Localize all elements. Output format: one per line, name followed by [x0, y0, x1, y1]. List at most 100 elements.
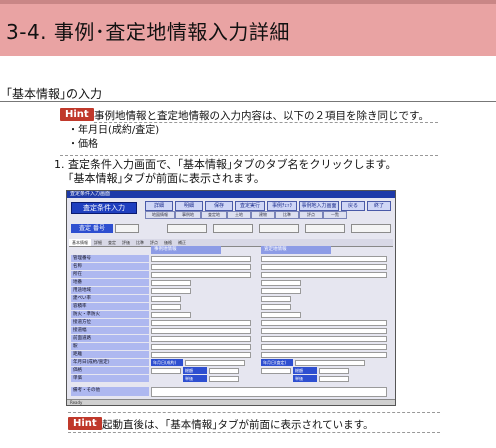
form-row-label: 所在	[71, 271, 149, 279]
form-field[interactable]	[261, 280, 301, 286]
form-field[interactable]	[261, 344, 387, 350]
page-title: 3-4. 事例･査定地情報入力詳細	[6, 20, 290, 44]
form-field[interactable]	[261, 256, 387, 262]
form-field[interactable]	[151, 368, 181, 374]
form-row-label: 接道方位	[71, 319, 149, 327]
step-number: 1.	[54, 158, 65, 171]
remarks-field[interactable]	[151, 387, 387, 397]
app-header-label: 査定 番号	[71, 224, 113, 233]
form-field[interactable]	[261, 352, 387, 358]
date-field[interactable]	[185, 360, 245, 366]
date-field[interactable]	[295, 360, 365, 366]
app-header-field[interactable]	[167, 224, 207, 233]
form-field[interactable]	[151, 264, 251, 270]
app-subbutton[interactable]: 一覧	[323, 211, 347, 219]
form-row-label: 名称	[71, 263, 149, 271]
form-field[interactable]	[261, 288, 301, 294]
hint-bottom-rule	[60, 155, 438, 156]
app-button-back[interactable]: 戻る	[341, 201, 365, 211]
form-field[interactable]	[261, 336, 387, 342]
app-title-bar: 査定条件入力画面	[67, 191, 395, 198]
form-field[interactable]	[151, 272, 251, 278]
app-subbutton[interactable]: 査定地	[201, 211, 227, 219]
date-field-label-right: 年月日(査定)	[261, 359, 293, 366]
form-field[interactable]	[151, 296, 181, 302]
form-field[interactable]	[151, 352, 251, 358]
form-field[interactable]	[261, 264, 387, 270]
app-header-field[interactable]	[305, 224, 345, 233]
form-field[interactable]	[319, 368, 349, 374]
app-header-field[interactable]	[115, 224, 139, 233]
form-field[interactable]	[151, 344, 251, 350]
hint-text: 事例地情報と査定地情報の入力内容は、以下の２項目を除き同じです。	[94, 110, 429, 122]
step-instruction: 1. 査定条件入力画面で、｢基本情報｣タブのタブ名をクリックします。 ｢基本情報…	[54, 158, 396, 186]
form-field[interactable]	[261, 296, 291, 302]
app-subbutton[interactable]: 建物	[251, 211, 275, 219]
form-row-label: 単価	[71, 375, 149, 383]
step-text: 査定条件入力画面で、｢基本情報｣タブのタブ名をクリックします。	[68, 158, 397, 171]
right-column-title: 査定地情報	[261, 246, 331, 254]
app-button-exit[interactable]: 終了	[367, 201, 391, 211]
form-field[interactable]	[209, 376, 239, 382]
form-field[interactable]	[151, 280, 191, 286]
app-button-save[interactable]: 保存	[205, 201, 233, 211]
app-button-detail[interactable]: 詳細	[145, 201, 173, 211]
hint-badge: Hint	[68, 417, 102, 430]
tab-basic-info[interactable]: 基本情報	[69, 239, 91, 246]
app-subbutton[interactable]: 評点	[299, 211, 323, 219]
form-field[interactable]	[261, 304, 291, 310]
form-row-label: 前面道路	[71, 335, 149, 343]
form-row-label: 接道幅	[71, 327, 149, 335]
form-field[interactable]	[151, 304, 181, 310]
form-field[interactable]	[151, 336, 251, 342]
form-field[interactable]	[151, 288, 191, 294]
app-button-check[interactable]: 事例ﾁｪｯｸ	[267, 201, 297, 211]
app-screenshot: 査定条件入力画面 査定条件入力 詳細 明細 保存 査定実行 事例ﾁｪｯｸ 事例地…	[66, 190, 396, 406]
app-header-field[interactable]	[351, 224, 391, 233]
app-button-run[interactable]: 査定実行	[235, 201, 265, 211]
left-column-title: 事例地情報	[151, 246, 221, 254]
app-status-bar: Ready	[67, 399, 395, 405]
form-row-label: 建ぺい率	[71, 295, 149, 303]
app-subbutton[interactable]: 比準	[275, 211, 299, 219]
hint-bottom-rule	[68, 432, 440, 433]
price-label-total: 総額	[293, 367, 317, 374]
app-subbutton[interactable]: 事例地	[175, 211, 201, 219]
form-field[interactable]	[151, 256, 251, 262]
form-field[interactable]	[261, 312, 301, 318]
app-tab[interactable]: 査定	[105, 239, 119, 246]
form-row-label: 管理番号	[71, 255, 149, 263]
app-tab[interactable]: 補正	[175, 239, 189, 246]
form-row-label: 地番	[71, 279, 149, 287]
hint-top-rule	[68, 412, 440, 413]
app-subbutton[interactable]: 土地	[227, 211, 251, 219]
form-row-label: 備考・その他	[71, 387, 149, 397]
form-field[interactable]	[261, 328, 387, 334]
app-tab[interactable]: 詳細	[91, 239, 105, 246]
app-header-field[interactable]	[259, 224, 299, 233]
hint-bullet-list: ・年月日(成約/査定) ・価格	[68, 124, 159, 152]
app-mode-label: 査定条件入力	[71, 202, 137, 214]
form-field[interactable]	[261, 320, 387, 326]
form-field[interactable]	[319, 376, 349, 382]
app-tab[interactable]: 比準	[133, 239, 147, 246]
form-field[interactable]	[151, 312, 191, 318]
section-heading: ｢基本情報｣の入力	[6, 87, 103, 101]
app-tab-strip: 基本情報 詳細 査定 評価 比準 評点 価格 補正	[69, 239, 393, 247]
form-field[interactable]	[261, 272, 387, 278]
app-tab[interactable]: 評価	[119, 239, 133, 246]
price-label-unit: 単価	[183, 375, 207, 382]
app-tab[interactable]: 評点	[147, 239, 161, 246]
form-row-label: 価格	[71, 367, 149, 375]
form-field[interactable]	[261, 368, 291, 374]
app-header-field[interactable]	[213, 224, 253, 233]
form-field[interactable]	[151, 328, 251, 334]
app-button-case-input[interactable]: 事例地入力画面	[299, 201, 339, 211]
app-tab[interactable]: 価格	[161, 239, 175, 246]
form-field[interactable]	[209, 368, 239, 374]
app-subbutton[interactable]: 地図情報	[145, 211, 175, 219]
form-row-label: 防火・準防火	[71, 311, 149, 319]
app-button-item[interactable]: 明細	[175, 201, 203, 211]
hint-badge: Hint	[60, 108, 94, 121]
form-field[interactable]	[151, 320, 251, 326]
